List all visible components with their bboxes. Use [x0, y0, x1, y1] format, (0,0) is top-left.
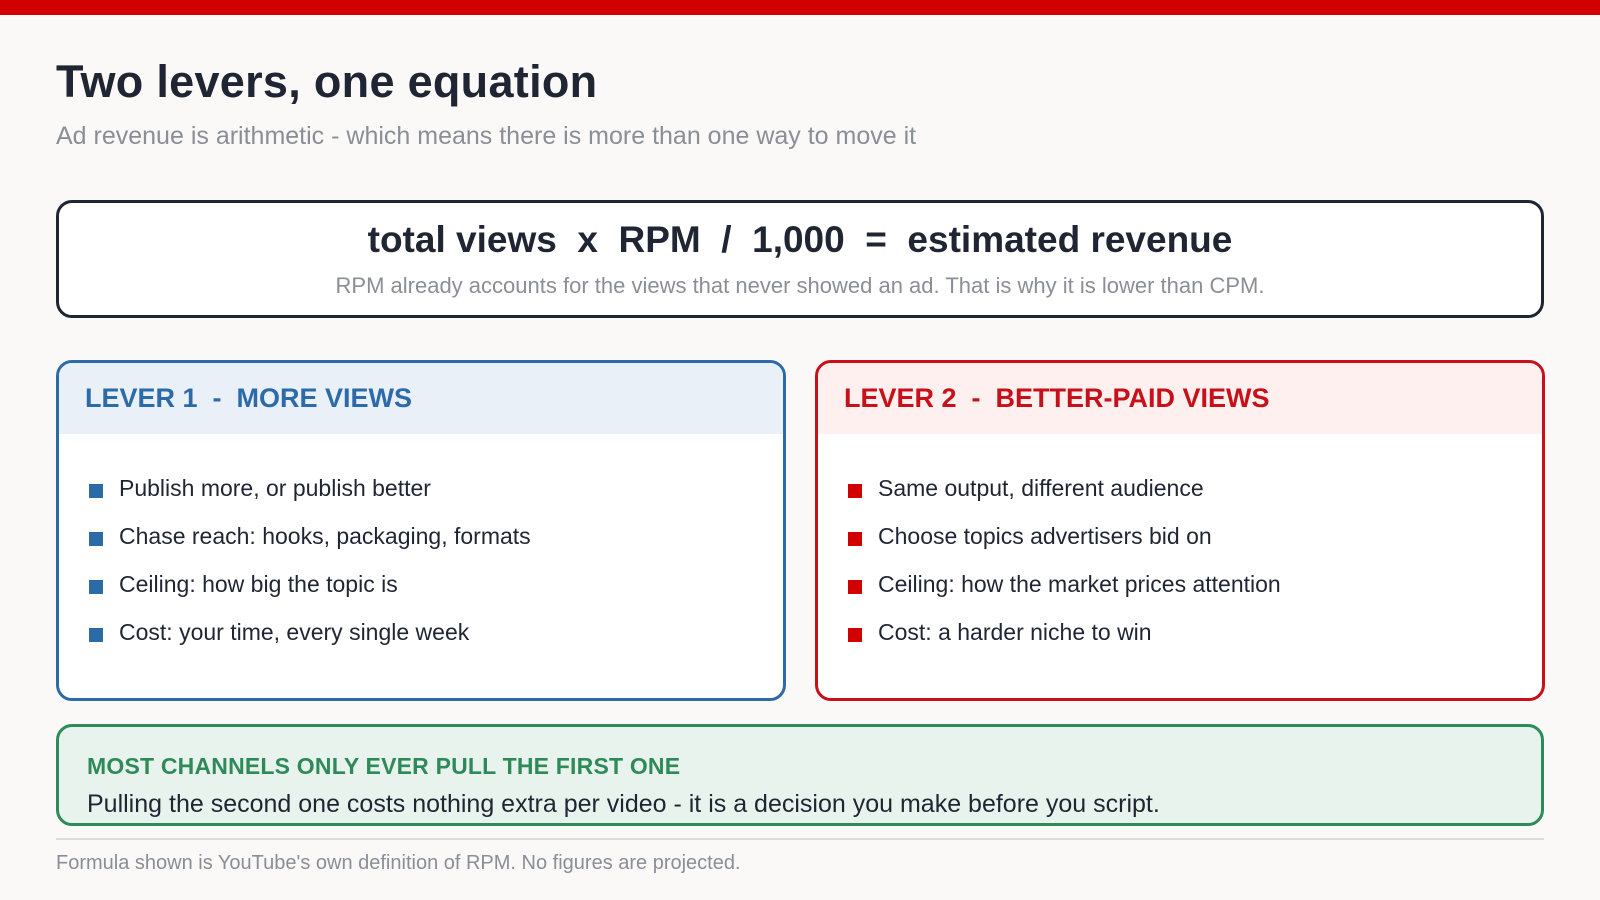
square-bullet-icon [89, 532, 103, 546]
square-bullet-icon [89, 580, 103, 594]
callout-body: Pulling the second one costs nothing ext… [87, 790, 1160, 818]
lever-2-card: LEVER 2 - BETTER-PAID VIEWS Same output,… [815, 360, 1545, 701]
callout-heading: MOST CHANNELS ONLY EVER PULL THE FIRST O… [87, 753, 681, 779]
lever-2-heading: LEVER 2 - BETTER-PAID VIEWS [818, 363, 1542, 434]
lever-1-heading: LEVER 1 - MORE VIEWS [59, 363, 783, 434]
list-item-label: Chase reach: hooks, packaging, formats [119, 522, 531, 549]
square-bullet-icon [89, 628, 103, 642]
lever-1-list: Publish more, or publish better Chase re… [59, 434, 783, 656]
list-item-label: Ceiling: how the market prices attention [878, 570, 1281, 597]
square-bullet-icon [848, 484, 862, 498]
list-item-label: Same output, different audience [878, 474, 1204, 501]
list-item: Cost: your time, every single week [89, 608, 783, 656]
top-accent-bar [0, 0, 1600, 15]
formula-box: total views x RPM / 1,000 = estimated re… [56, 200, 1544, 318]
square-bullet-icon [848, 580, 862, 594]
list-item: Chase reach: hooks, packaging, formats [89, 512, 783, 560]
formula-equation: total views x RPM / 1,000 = estimated re… [367, 219, 1233, 260]
list-item-label: Cost: a harder niche to win [878, 618, 1152, 645]
list-item: Choose topics advertisers bid on [848, 512, 1542, 560]
callout-box: MOST CHANNELS ONLY EVER PULL THE FIRST O… [56, 724, 1544, 826]
footer-divider [56, 838, 1544, 840]
list-item: Ceiling: how the market prices attention [848, 560, 1542, 608]
formula-note: RPM already accounts for the views that … [335, 273, 1265, 298]
list-item-label: Choose topics advertisers bid on [878, 522, 1212, 549]
footer-note: Formula shown is YouTube's own definitio… [56, 852, 741, 874]
square-bullet-icon [848, 532, 862, 546]
list-item: Ceiling: how big the topic is [89, 560, 783, 608]
page-title: Two levers, one equation [56, 56, 598, 107]
square-bullet-icon [89, 484, 103, 498]
list-item: Same output, different audience [848, 464, 1542, 512]
lever-1-card: LEVER 1 - MORE VIEWS Publish more, or pu… [56, 360, 786, 701]
page-subtitle: Ad revenue is arithmetic - which means t… [56, 122, 917, 150]
list-item: Publish more, or publish better [89, 464, 783, 512]
list-item-label: Publish more, or publish better [119, 474, 431, 501]
list-item-label: Cost: your time, every single week [119, 618, 470, 645]
square-bullet-icon [848, 628, 862, 642]
list-item-label: Ceiling: how big the topic is [119, 570, 398, 597]
list-item: Cost: a harder niche to win [848, 608, 1542, 656]
lever-2-list: Same output, different audience Choose t… [818, 434, 1542, 656]
